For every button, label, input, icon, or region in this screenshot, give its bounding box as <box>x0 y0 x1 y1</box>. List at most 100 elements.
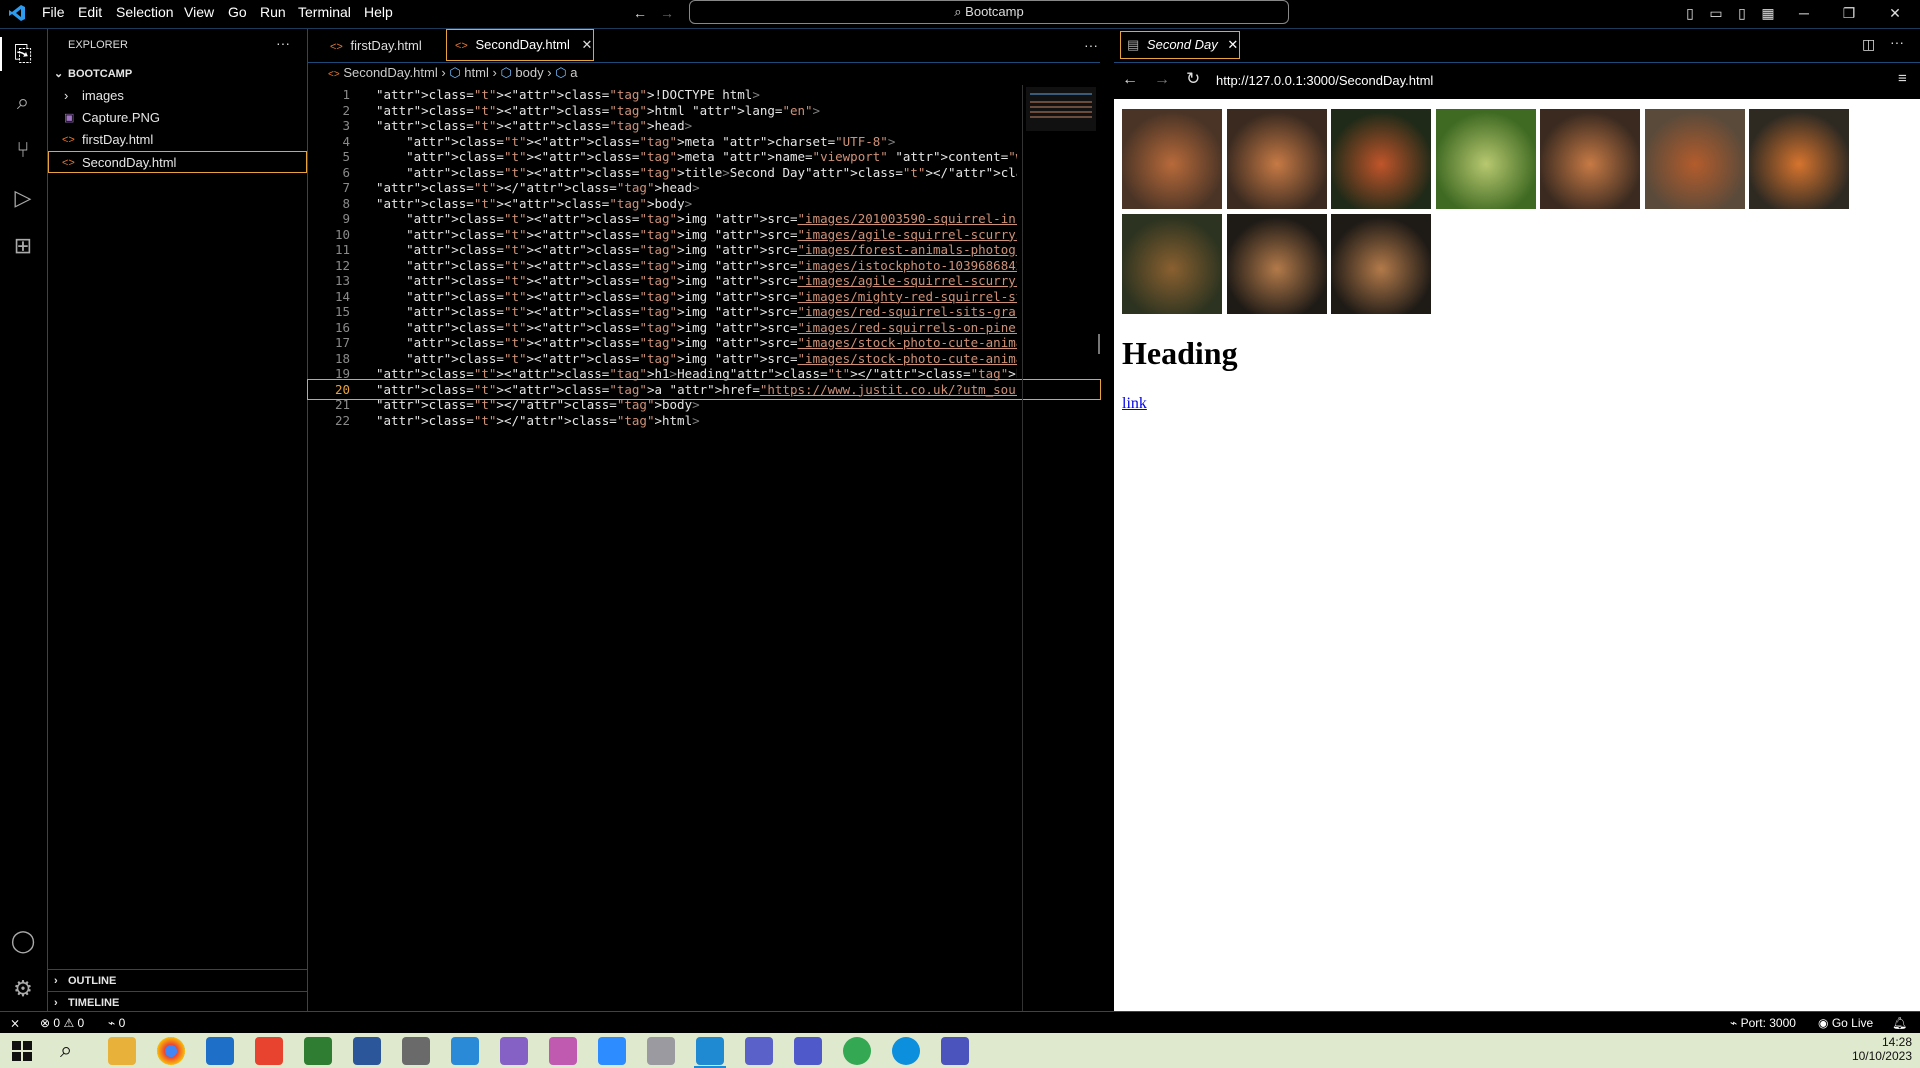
explorer-more-icon[interactable]: ··· <box>276 35 290 51</box>
search-icon[interactable]: ⌕ <box>8 87 38 117</box>
menu-view[interactable]: View <box>178 0 220 28</box>
scrollbar-thumb[interactable] <box>1098 334 1100 354</box>
menu-selection[interactable]: Selection <box>110 0 180 28</box>
nav-forward-icon[interactable]: → <box>658 4 676 22</box>
code-line[interactable]: 22 "attr">class="t"></"attr">class="tag">… <box>308 411 1100 430</box>
explorer-icon[interactable]: ⎘ <box>8 39 38 69</box>
word-icon[interactable] <box>353 1037 381 1065</box>
menu-help[interactable]: Help <box>358 0 399 28</box>
menu-run[interactable]: Run <box>254 0 292 28</box>
preview-more-icon[interactable]: ··· <box>1890 34 1904 50</box>
photos-icon[interactable] <box>647 1037 675 1065</box>
toggle-secondary-sidebar-icon[interactable]: ▯ <box>1733 4 1751 22</box>
run-debug-icon[interactable]: ▷ <box>8 183 38 213</box>
source-control-icon[interactable]: ⑂ <box>8 135 38 165</box>
html-file-icon: <> <box>62 134 75 146</box>
thumbnail-two-squirrels <box>1226 109 1327 209</box>
visual-studio-icon[interactable] <box>500 1037 528 1065</box>
chrome-profile-icon[interactable] <box>843 1037 871 1065</box>
broadcast-icon: ⌁ <box>1730 1016 1738 1030</box>
port-live-status[interactable]: ⌁ Port: 3000 <box>1730 1012 1796 1034</box>
editor-more-icon[interactable]: ··· <box>1084 37 1098 53</box>
remote-icon[interactable]: ⨯ <box>10 1012 20 1034</box>
app-green-icon[interactable] <box>304 1037 332 1065</box>
tab-firstday[interactable]: <> firstDay.html <box>316 29 446 62</box>
edge-icon[interactable] <box>892 1037 920 1065</box>
preview-address-bar: ← → ↻ http://127.0.0.1:3000/SecondDay.ht… <box>1114 63 1920 99</box>
pdf-reader-icon[interactable] <box>255 1037 283 1065</box>
vscode-logo-icon <box>8 4 26 22</box>
folder-label: BOOTCAMP <box>68 68 133 80</box>
warning-count: 0 <box>77 1016 85 1030</box>
tree-item-capture[interactable]: ▣ Capture.PNG <box>48 107 307 129</box>
calculator-icon[interactable] <box>402 1037 430 1065</box>
close-tab-icon[interactable]: ✕ <box>1227 37 1238 52</box>
element-icon: ⬡ <box>449 65 461 80</box>
ports-status[interactable]: ⌁ 0 <box>108 1012 125 1034</box>
forward-icon[interactable]: → <box>1154 71 1170 89</box>
notifications-bell-icon[interactable]: 🔔︎ <box>1892 1012 1907 1034</box>
menu-terminal[interactable]: Terminal <box>292 0 357 28</box>
menu-go[interactable]: Go <box>222 0 253 28</box>
explorer-title: EXPLORER <box>68 39 128 51</box>
thumbnail-forest-path <box>1435 109 1536 209</box>
menu-file[interactable]: File <box>36 0 71 28</box>
preview-tab-bar: ▤ Second Day ✕ ◫ ··· <box>1114 29 1920 63</box>
nav-back-icon[interactable]: ← <box>631 4 649 22</box>
code-area[interactable]: 1 "attr">class="t"><"attr">class="tag">!D… <box>307 85 1101 525</box>
toggle-panel-icon[interactable]: ▭ <box>1707 4 1725 22</box>
minimize-icon[interactable]: ─ <box>1795 4 1813 22</box>
breadcrumb-a[interactable]: a <box>570 65 577 80</box>
thumbnail-cute-animal-1 <box>1226 213 1327 314</box>
taskbar-clock[interactable]: 14:28 10/10/2023 <box>1850 1035 1912 1063</box>
menu-icon[interactable]: ≡ <box>1898 70 1907 87</box>
chrome-icon[interactable] <box>157 1037 185 1065</box>
vscode-taskbar-icon[interactable] <box>696 1037 724 1065</box>
breadcrumb-file[interactable]: SecondDay.html <box>343 65 437 80</box>
search-icon: ⌕ <box>954 4 966 19</box>
breadcrumb-html[interactable]: html <box>464 65 489 80</box>
go-live-status[interactable]: ◉ Go Live <box>1818 1012 1873 1034</box>
snipping-icon[interactable] <box>549 1037 577 1065</box>
tree-item-images[interactable]: › images <box>48 85 307 107</box>
outline-label: OUTLINE <box>68 975 117 987</box>
breadcrumb: <> SecondDay.html › ⬡ html › ⬡ body › ⬡ … <box>328 65 577 85</box>
store-icon[interactable] <box>451 1037 479 1065</box>
teams-icon[interactable] <box>794 1037 822 1065</box>
windows-start-icon[interactable] <box>12 1041 32 1061</box>
split-editor-icon[interactable]: ◫ <box>1862 36 1875 53</box>
zoom-icon[interactable] <box>598 1037 626 1065</box>
page-link[interactable]: link <box>1122 395 1147 413</box>
settings-gear-icon[interactable]: ⚙ <box>8 974 38 1004</box>
tree-item-label: images <box>82 88 124 103</box>
problems-status[interactable]: ⊗ 0 ⚠ 0 <box>40 1012 84 1034</box>
toggle-sidebar-icon[interactable]: ▯ <box>1681 4 1699 22</box>
outline-section[interactable]: › OUTLINE <box>48 969 307 992</box>
customize-layout-icon[interactable]: ▦ <box>1759 4 1777 22</box>
teams-work-icon[interactable] <box>941 1037 969 1065</box>
accounts-icon[interactable]: ◯ <box>8 926 38 956</box>
breadcrumb-body[interactable]: body <box>515 65 543 80</box>
extensions-icon[interactable]: ⊞ <box>8 231 38 261</box>
file-explorer-icon[interactable] <box>108 1037 136 1065</box>
warning-icon: ⚠ <box>63 1016 75 1030</box>
folder-bootcamp[interactable]: ⌄ BOOTCAMP <box>48 63 307 85</box>
tree-item-secondday[interactable]: <> SecondDay.html <box>48 151 307 173</box>
tab-secondday[interactable]: <> SecondDay.html ✕ <box>446 29 594 61</box>
back-icon[interactable]: ← <box>1122 71 1138 89</box>
mail-icon[interactable] <box>206 1037 234 1065</box>
tree-item-firstday[interactable]: <> firstDay.html <box>48 129 307 151</box>
tab-label: firstDay.html <box>350 38 422 53</box>
taskbar-search-icon[interactable]: ⌕ <box>60 1037 72 1063</box>
minimap[interactable] <box>1026 87 1096 131</box>
close-window-icon[interactable]: ✕ <box>1886 4 1904 22</box>
menu-edit[interactable]: Edit <box>72 0 108 28</box>
close-tab-icon[interactable]: ✕ <box>582 37 593 52</box>
restore-icon[interactable]: ❐ <box>1840 4 1858 22</box>
url-input[interactable]: http://127.0.0.1:3000/SecondDay.html <box>1216 73 1433 88</box>
reload-icon[interactable]: ↻ <box>1186 69 1200 89</box>
explorer-sidebar: EXPLORER ··· ⌄ BOOTCAMP › images ▣ Captu… <box>48 29 308 1011</box>
tab-preview[interactable]: ▤ Second Day ✕ <box>1120 31 1240 59</box>
command-center[interactable]: ⌕ Bootcamp <box>689 0 1289 24</box>
copilot-icon[interactable] <box>745 1037 773 1065</box>
